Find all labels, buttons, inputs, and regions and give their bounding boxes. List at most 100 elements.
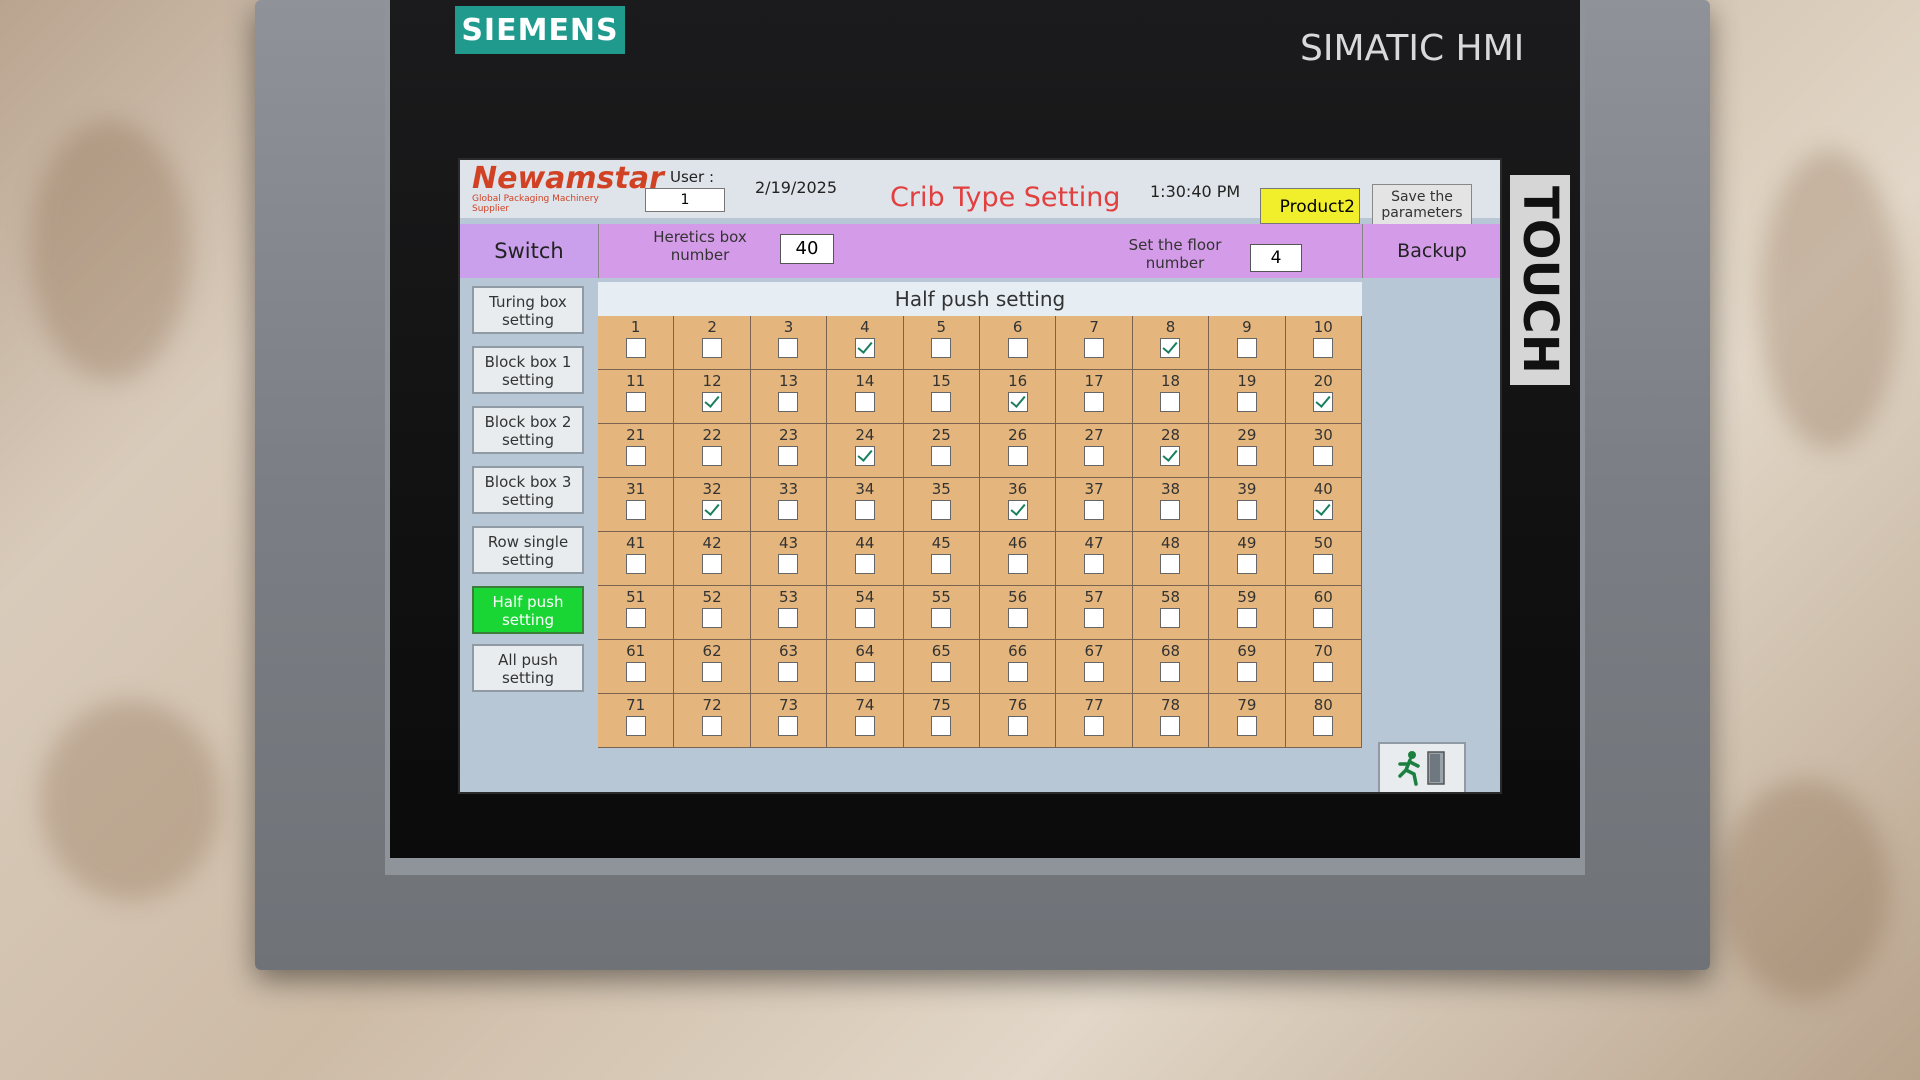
checkbox-37[interactable] xyxy=(1084,500,1105,520)
checkbox-29[interactable] xyxy=(1236,446,1257,466)
checkbox-16[interactable] xyxy=(1007,392,1028,412)
checkbox-73[interactable] xyxy=(778,716,799,736)
sidebar-button-5[interactable]: Row single setting xyxy=(472,526,584,574)
checkbox-40[interactable] xyxy=(1313,500,1334,520)
checkbox-55[interactable] xyxy=(931,608,952,628)
checkbox-52[interactable] xyxy=(702,608,723,628)
checkbox-1[interactable] xyxy=(625,338,646,358)
checkbox-28[interactable] xyxy=(1160,446,1181,466)
checkbox-62[interactable] xyxy=(702,662,723,682)
checkbox-27[interactable] xyxy=(1084,446,1105,466)
checkbox-54[interactable] xyxy=(854,608,875,628)
checkbox-76[interactable] xyxy=(1007,716,1028,736)
product-button[interactable]: Product2 xyxy=(1260,188,1360,224)
checkbox-47[interactable] xyxy=(1084,554,1105,574)
sidebar-button-1[interactable]: Turing box setting xyxy=(472,286,584,334)
sidebar-button-6[interactable]: Half push setting xyxy=(472,586,584,634)
checkbox-17[interactable] xyxy=(1084,392,1105,412)
checkbox-66[interactable] xyxy=(1007,662,1028,682)
checkbox-24[interactable] xyxy=(854,446,875,466)
checkbox-11[interactable] xyxy=(625,392,646,412)
checkbox-75[interactable] xyxy=(931,716,952,736)
save-parameters-button[interactable]: Save the parameters xyxy=(1372,184,1472,226)
checkbox-25[interactable] xyxy=(931,446,952,466)
checkbox-13[interactable] xyxy=(778,392,799,412)
checkbox-15[interactable] xyxy=(931,392,952,412)
checkbox-63[interactable] xyxy=(778,662,799,682)
checkbox-19[interactable] xyxy=(1236,392,1257,412)
checkbox-78[interactable] xyxy=(1160,716,1181,736)
checkbox-69[interactable] xyxy=(1236,662,1257,682)
checkbox-59[interactable] xyxy=(1236,608,1257,628)
checkbox-68[interactable] xyxy=(1160,662,1181,682)
checkbox-10[interactable] xyxy=(1313,338,1334,358)
checkbox-80[interactable] xyxy=(1313,716,1334,736)
backup-tab[interactable]: Backup xyxy=(1362,224,1500,278)
sidebar-button-4[interactable]: Block box 3 setting xyxy=(472,466,584,514)
checkbox-14[interactable] xyxy=(854,392,875,412)
checkbox-70[interactable] xyxy=(1313,662,1334,682)
checkbox-45[interactable] xyxy=(931,554,952,574)
user-field[interactable]: 1 xyxy=(645,188,725,212)
checkbox-23[interactable] xyxy=(778,446,799,466)
checkbox-56[interactable] xyxy=(1007,608,1028,628)
floor-number-input[interactable]: 4 xyxy=(1250,244,1302,272)
checkbox-60[interactable] xyxy=(1313,608,1334,628)
checkbox-50[interactable] xyxy=(1313,554,1334,574)
heretics-box-input[interactable]: 40 xyxy=(780,234,834,264)
switch-tab[interactable]: Switch xyxy=(460,224,599,278)
checkbox-34[interactable] xyxy=(854,500,875,520)
sidebar-button-7[interactable]: All push setting xyxy=(472,644,584,692)
checkbox-32[interactable] xyxy=(702,500,723,520)
checkbox-35[interactable] xyxy=(931,500,952,520)
logo-sub-text: Global Packaging Machinery Supplier xyxy=(472,194,599,214)
checkbox-46[interactable] xyxy=(1007,554,1028,574)
checkbox-7[interactable] xyxy=(1084,338,1105,358)
checkbox-49[interactable] xyxy=(1236,554,1257,574)
grid-cell-67: 67 xyxy=(1056,640,1133,694)
checkbox-61[interactable] xyxy=(625,662,646,682)
checkbox-48[interactable] xyxy=(1160,554,1181,574)
sidebar-button-3[interactable]: Block box 2 setting xyxy=(472,406,584,454)
checkbox-53[interactable] xyxy=(778,608,799,628)
checkbox-41[interactable] xyxy=(625,554,646,574)
checkbox-65[interactable] xyxy=(931,662,952,682)
checkbox-6[interactable] xyxy=(1007,338,1028,358)
checkbox-20[interactable] xyxy=(1313,392,1334,412)
checkbox-51[interactable] xyxy=(625,608,646,628)
sidebar-button-2[interactable]: Block box 1 setting xyxy=(472,346,584,394)
checkbox-43[interactable] xyxy=(778,554,799,574)
checkbox-31[interactable] xyxy=(625,500,646,520)
checkbox-57[interactable] xyxy=(1084,608,1105,628)
checkbox-64[interactable] xyxy=(854,662,875,682)
checkbox-79[interactable] xyxy=(1236,716,1257,736)
checkbox-67[interactable] xyxy=(1084,662,1105,682)
checkbox-33[interactable] xyxy=(778,500,799,520)
checkbox-21[interactable] xyxy=(625,446,646,466)
checkbox-44[interactable] xyxy=(854,554,875,574)
checkbox-4[interactable] xyxy=(854,338,875,358)
checkbox-71[interactable] xyxy=(625,716,646,736)
checkbox-38[interactable] xyxy=(1160,500,1181,520)
checkbox-2[interactable] xyxy=(702,338,723,358)
checkbox-58[interactable] xyxy=(1160,608,1181,628)
checkbox-5[interactable] xyxy=(931,338,952,358)
wall-stain xyxy=(1720,780,1890,1000)
checkbox-36[interactable] xyxy=(1007,500,1028,520)
checkbox-26[interactable] xyxy=(1007,446,1028,466)
checkbox-12[interactable] xyxy=(702,392,723,412)
grid-cell-36: 36 xyxy=(980,478,1057,532)
checkbox-22[interactable] xyxy=(702,446,723,466)
checkbox-42[interactable] xyxy=(702,554,723,574)
checkbox-77[interactable] xyxy=(1084,716,1105,736)
checkbox-72[interactable] xyxy=(702,716,723,736)
checkbox-18[interactable] xyxy=(1160,392,1181,412)
exit-button[interactable] xyxy=(1378,742,1466,792)
checkbox-74[interactable] xyxy=(854,716,875,736)
checkbox-30[interactable] xyxy=(1313,446,1334,466)
checkbox-9[interactable] xyxy=(1236,338,1257,358)
grid-cell-66: 66 xyxy=(980,640,1057,694)
checkbox-39[interactable] xyxy=(1236,500,1257,520)
checkbox-3[interactable] xyxy=(778,338,799,358)
checkbox-8[interactable] xyxy=(1160,338,1181,358)
